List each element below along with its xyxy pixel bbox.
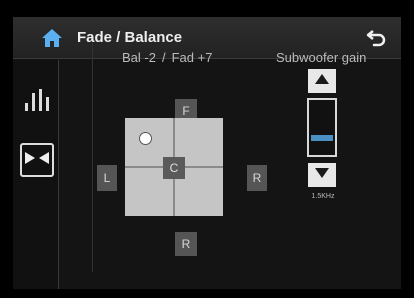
subwoofer-gain-label: Subwoofer gain [276,50,367,65]
sidebar [13,60,59,289]
arrow-down-icon [314,166,330,184]
home-icon[interactable] [41,28,63,48]
position-marker[interactable] [139,132,152,145]
sidebar-item-equalizer[interactable] [23,86,53,116]
subwoofer-level-marker [311,135,333,141]
balance-value: Bal -2 [122,50,156,65]
status-separator: / [161,50,166,65]
subwoofer-down-button[interactable] [308,163,336,187]
fade-value: Fad +7 [171,50,213,65]
vertical-divider [92,43,93,272]
subwoofer-up-button[interactable] [308,69,336,93]
back-icon[interactable] [365,26,389,50]
sidebar-item-fade-balance[interactable] [20,143,54,177]
rear-button[interactable]: R [175,232,197,256]
balance-fade-status: Bal -2 / Fad +7 [122,50,212,65]
fade-balance-pad[interactable]: C [125,118,223,216]
subwoofer-level-meter [307,98,337,157]
subwoofer-value: 1.5KHz [311,193,335,200]
center-button[interactable]: C [163,157,185,179]
right-button[interactable]: R [247,165,267,191]
arrow-up-icon [314,72,330,90]
left-button[interactable]: L [97,165,117,191]
fade-balance-icon [24,151,50,170]
equalizer-bars-icon [24,87,52,116]
